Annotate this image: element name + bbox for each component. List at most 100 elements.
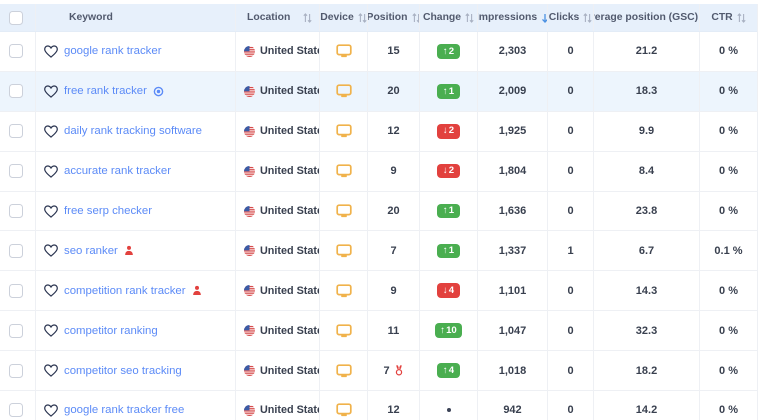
row-checkbox[interactable]: [9, 204, 23, 218]
change-arrow: ↑: [440, 326, 445, 336]
location-label: United States: [260, 205, 320, 217]
competitor-icon: [124, 245, 134, 256]
keyword-link[interactable]: free serp checker: [64, 205, 152, 217]
ctr-value: 0 %: [719, 285, 738, 297]
favorite-heart-icon[interactable]: [44, 85, 58, 98]
row-checkbox[interactable]: [9, 284, 23, 298]
header-cell-impressions[interactable]: Impressions: [478, 4, 548, 31]
row-checkbox[interactable]: [9, 164, 23, 178]
favorite-heart-icon[interactable]: [44, 165, 58, 178]
position-cell: 7: [368, 231, 420, 270]
keyword-link[interactable]: daily rank tracking software: [64, 125, 202, 137]
favorite-heart-icon[interactable]: [44, 205, 58, 218]
header-cell-position[interactable]: Position: [368, 4, 420, 31]
ctr-cell: 0 %: [700, 391, 757, 420]
header-cell-change[interactable]: Change: [420, 4, 478, 31]
change-value: 4: [449, 286, 454, 296]
keyword-link[interactable]: competition rank tracker: [64, 285, 186, 297]
change-cell: [420, 391, 478, 420]
header-cell-select[interactable]: [0, 4, 36, 31]
favorite-heart-icon[interactable]: [44, 284, 58, 297]
header-cell-location[interactable]: Location: [236, 4, 320, 31]
clicks-cell: 0: [548, 311, 594, 350]
change-value: 2: [449, 126, 454, 136]
sort-icon[interactable]: [303, 13, 312, 23]
change-value: 10: [446, 326, 457, 336]
sort-icon[interactable]: [412, 13, 421, 23]
location-label: United States: [260, 325, 320, 337]
column-label-keyword: Keyword: [69, 12, 113, 23]
change-value: 4: [449, 366, 454, 376]
sort-icon[interactable]: [737, 13, 746, 23]
keyword-link[interactable]: accurate rank tracker: [64, 165, 171, 177]
keyword-cell: free serp checker: [36, 192, 236, 231]
sort-icon[interactable]: [583, 13, 592, 23]
select-all-checkbox[interactable]: [9, 11, 23, 25]
row-checkbox[interactable]: [9, 403, 23, 417]
keyword-link[interactable]: competitor ranking: [64, 325, 158, 337]
keyword-link[interactable]: free rank tracker: [64, 85, 147, 97]
column-label-ctr: CTR: [711, 12, 732, 23]
favorite-heart-icon[interactable]: [44, 45, 58, 58]
change-cell: ↓2: [420, 112, 478, 151]
row-checkbox[interactable]: [9, 84, 23, 98]
impressions-cell: 942: [478, 391, 548, 420]
header-cell-clicks[interactable]: Clicks: [548, 4, 594, 31]
clicks-cell: 0: [548, 112, 594, 151]
favorite-heart-icon[interactable]: [44, 404, 58, 417]
target-icon: [153, 86, 164, 97]
us-flag-icon: [244, 325, 255, 336]
header-cell-avg_position[interactable]: Average position (GSC): [594, 4, 700, 31]
avg-position-cell: 23.8: [594, 192, 700, 231]
change-badge-up: ↑1: [437, 244, 459, 259]
device-cell: [320, 271, 368, 310]
table-row: daily rank tracking softwareUnited State…: [0, 112, 757, 152]
change-cell: ↑1: [420, 192, 478, 231]
keyword-link[interactable]: seo ranker: [64, 245, 118, 257]
impressions-cell: 1,804: [478, 152, 548, 191]
clicks-value: 0: [567, 45, 573, 57]
favorite-heart-icon[interactable]: [44, 244, 58, 257]
device-cell: [320, 231, 368, 270]
row-checkbox[interactable]: [9, 44, 23, 58]
desktop-device-icon: [336, 244, 352, 258]
location-cell: United States: [236, 311, 320, 350]
position-cell: 9: [368, 271, 420, 310]
change-arrow: ↑: [443, 366, 448, 376]
change-value: 2: [449, 47, 454, 57]
change-arrow: ↓: [443, 126, 448, 136]
row-select-cell: [0, 192, 36, 231]
no-change-dot: [447, 408, 451, 412]
favorite-heart-icon[interactable]: [44, 324, 58, 337]
location-cell: United States: [236, 271, 320, 310]
table-row: free rank trackerUnited States20↑12,0090…: [0, 72, 757, 112]
keyword-link[interactable]: google rank tracker free: [64, 404, 184, 416]
keyword-link[interactable]: google rank tracker: [64, 45, 162, 57]
row-checkbox[interactable]: [9, 324, 23, 338]
desktop-device-icon: [336, 84, 352, 98]
column-label-device: Device: [320, 12, 354, 23]
medal-icon: [394, 365, 404, 376]
position-value: 7: [383, 365, 389, 377]
table-row: google rank trackerUnited States15↑22,30…: [0, 32, 757, 72]
impressions-value: 2,303: [499, 45, 527, 57]
us-flag-icon: [244, 166, 255, 177]
keyword-link[interactable]: competitor seo tracking: [64, 365, 182, 377]
impressions-cell: 1,337: [478, 231, 548, 270]
row-checkbox[interactable]: [9, 124, 23, 138]
header-cell-device[interactable]: Device: [320, 4, 368, 31]
position-cell: 20: [368, 192, 420, 231]
row-checkbox[interactable]: [9, 244, 23, 258]
favorite-heart-icon[interactable]: [44, 364, 58, 377]
header-cell-ctr[interactable]: CTR: [700, 4, 757, 31]
column-label-position: Position: [368, 12, 408, 23]
favorite-heart-icon[interactable]: [44, 125, 58, 138]
competitor-icon: [192, 285, 202, 296]
sort-icon[interactable]: [358, 13, 367, 23]
sort-icon[interactable]: [465, 13, 474, 23]
change-arrow: ↑: [443, 87, 448, 97]
sort-desc-active-icon[interactable]: [541, 13, 548, 23]
desktop-device-icon: [336, 284, 352, 298]
avg-position-cell: 18.3: [594, 72, 700, 111]
row-checkbox[interactable]: [9, 364, 23, 378]
